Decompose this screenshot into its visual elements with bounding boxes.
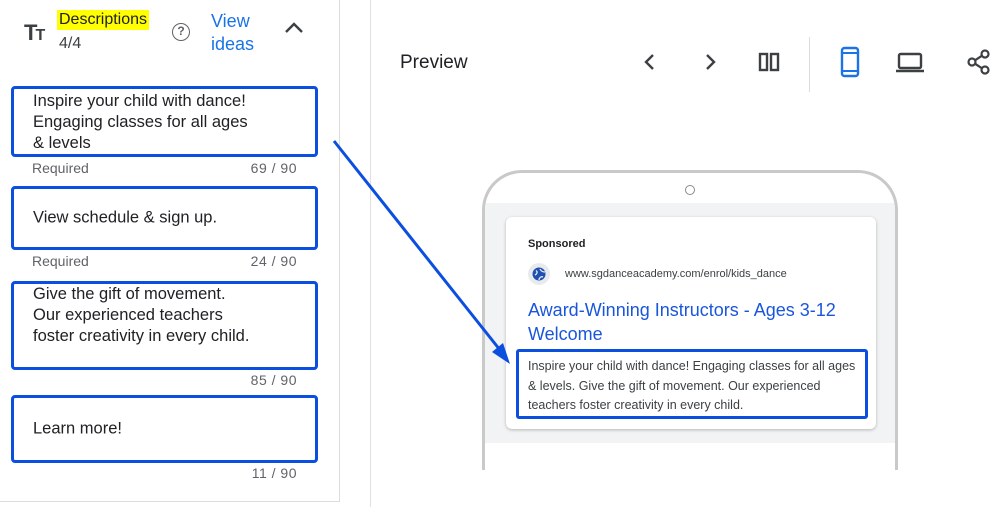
ad-description: Inspire your child with dance! Engaging … <box>516 349 868 419</box>
ad-display-url: www.sgdanceacademy.com/enrol/kids_dance <box>565 268 787 280</box>
help-icon[interactable]: ? <box>172 23 190 41</box>
chevron-up-icon[interactable] <box>282 16 306 40</box>
description-text[interactable]: View schedule & sign up. <box>33 208 293 229</box>
panel-divider <box>370 0 371 507</box>
description-field-4[interactable]: Learn more! <box>11 395 318 463</box>
description-field-1[interactable]: Inspire your child with dance! Engaging … <box>11 86 318 157</box>
phone-camera <box>685 185 695 195</box>
character-counter: 11 / 90 <box>251 465 297 481</box>
descriptions-title: Descriptions <box>57 10 150 30</box>
descriptions-count: 4/4 <box>59 35 82 52</box>
ad-headline[interactable]: Award-Winning Instructors - Ages 3-12 We… <box>528 298 868 346</box>
description-text[interactable]: Inspire your child with dance! Engaging … <box>33 91 253 154</box>
text-format-icon: TT <box>24 20 45 45</box>
preview-title: Preview <box>400 52 468 73</box>
description-text[interactable]: Learn more! <box>33 419 253 440</box>
description-text[interactable]: Give the gift of movement. Our experienc… <box>33 284 253 347</box>
split-view-icon[interactable] <box>755 48 783 76</box>
descriptions-panel: TT Descriptions 4/4 ? View ideas Inspire… <box>0 0 340 502</box>
character-counter: 85 / 90 <box>250 372 297 388</box>
globe-icon <box>528 263 550 285</box>
share-icon[interactable] <box>965 48 993 76</box>
ad-preview-card: Sponsored www.sgdanceacademy.com/enrol/k… <box>506 217 876 429</box>
toolbar-divider <box>809 37 810 92</box>
phone-screen: Sponsored www.sgdanceacademy.com/enrol/k… <box>485 203 895 443</box>
description-field-3[interactable]: Give the gift of movement. Our experienc… <box>11 281 318 370</box>
character-counter: 69 / 90 <box>250 160 297 176</box>
required-label: Required <box>32 160 89 176</box>
chevron-right-icon[interactable] <box>696 48 724 76</box>
required-label: Required <box>32 253 89 269</box>
character-counter: 24 / 90 <box>250 253 297 269</box>
description-field-2[interactable]: View schedule & sign up. <box>11 186 318 250</box>
laptop-icon[interactable] <box>894 48 926 76</box>
chevron-left-icon[interactable] <box>636 48 664 76</box>
sponsored-label: Sponsored <box>528 238 586 250</box>
phone-preview-frame: Sponsored www.sgdanceacademy.com/enrol/k… <box>482 170 898 470</box>
view-ideas-link[interactable]: View ideas <box>211 10 271 56</box>
mobile-icon[interactable] <box>836 46 864 78</box>
